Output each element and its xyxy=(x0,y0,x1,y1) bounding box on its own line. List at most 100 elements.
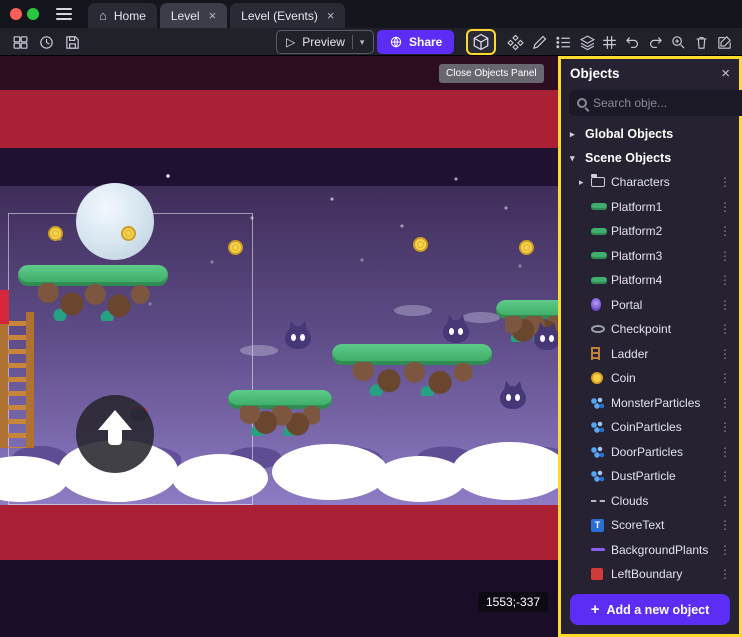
object-row[interactable]: CoinParticles ⋮ xyxy=(561,415,739,440)
object-menu-icon[interactable]: ⋮ xyxy=(716,445,734,459)
close-tab-icon[interactable]: × xyxy=(209,9,217,22)
edit-square-icon xyxy=(716,34,733,51)
object-row[interactable]: Platform2 ⋮ xyxy=(561,219,739,244)
object-icon xyxy=(591,548,611,551)
tab-home[interactable]: ⌂ Home xyxy=(88,3,157,28)
object-icon xyxy=(591,277,611,284)
object-menu-icon[interactable]: ⋮ xyxy=(716,200,734,214)
chevron-down-icon: ▾ xyxy=(570,153,578,164)
ladder-sprite xyxy=(0,312,34,448)
object-menu-icon[interactable]: ⋮ xyxy=(716,494,734,508)
object-menu-icon[interactable]: ⋮ xyxy=(716,543,734,557)
object-menu-icon[interactable]: ⋮ xyxy=(716,396,734,410)
object-label: DustParticle xyxy=(611,469,716,483)
object-icon xyxy=(591,177,611,187)
delete-button[interactable] xyxy=(689,30,713,54)
undo-button[interactable] xyxy=(620,30,644,54)
object-row[interactable]: ScoreText ⋮ xyxy=(561,513,739,538)
objects-cube-icon xyxy=(472,33,490,51)
object-menu-icon[interactable]: ⋮ xyxy=(716,567,734,581)
close-tab-icon[interactable]: × xyxy=(327,9,335,22)
coin-sprite xyxy=(519,240,534,255)
search-icon xyxy=(577,98,587,108)
object-menu-icon[interactable]: ⋮ xyxy=(716,518,734,532)
share-button[interactable]: Share xyxy=(377,30,454,54)
preview-button[interactable]: ▷ Preview ▾ xyxy=(276,30,374,54)
object-label: Platform2 xyxy=(611,224,716,238)
search-input[interactable] xyxy=(593,96,742,110)
clock-icon xyxy=(38,34,55,51)
object-icon xyxy=(591,500,611,502)
object-row[interactable]: Coin ⋮ xyxy=(561,366,739,391)
object-row[interactable]: Clouds ⋮ xyxy=(561,489,739,514)
menu-icon[interactable] xyxy=(56,8,72,20)
object-icon xyxy=(591,203,611,210)
monster-sprite xyxy=(500,386,526,409)
cloud-sprite-small xyxy=(462,312,500,323)
close-panel-icon[interactable]: × xyxy=(721,66,730,81)
object-row[interactable]: DoorParticles ⋮ xyxy=(561,440,739,465)
save-icon xyxy=(64,34,81,51)
object-icon xyxy=(591,568,611,580)
object-menu-icon[interactable]: ⋮ xyxy=(716,273,734,287)
tooltip: Close Objects Panel xyxy=(439,64,544,83)
object-groups-button[interactable] xyxy=(503,30,527,54)
object-menu-icon[interactable]: ⋮ xyxy=(716,420,734,434)
toggle-objects-panel-button[interactable] xyxy=(466,29,496,55)
coin-sprite xyxy=(121,226,136,241)
zoom-button[interactable] xyxy=(666,30,690,54)
save-button[interactable] xyxy=(60,30,84,54)
layers-button[interactable] xyxy=(575,30,599,54)
properties-button[interactable] xyxy=(551,30,575,54)
object-menu-icon[interactable]: ⋮ xyxy=(716,469,734,483)
scene-objects-section[interactable]: ▾ Scene Objects xyxy=(561,146,739,170)
object-menu-icon[interactable]: ⋮ xyxy=(716,371,734,385)
platform-sprite xyxy=(332,344,492,396)
object-row[interactable]: ▸ Characters ⋮ xyxy=(561,170,739,195)
objects-panel-header: Objects × xyxy=(561,59,739,87)
object-list: ▸ Characters ⋮ Platform1 ⋮ xyxy=(561,170,739,587)
cloud-sprite xyxy=(452,442,568,500)
object-row[interactable]: LeftBoundary ⋮ xyxy=(561,562,739,587)
object-row[interactable]: Portal ⋮ xyxy=(561,293,739,318)
coin-sprite xyxy=(413,237,428,252)
window-close-button[interactable] xyxy=(10,8,22,20)
window-zoom-button[interactable] xyxy=(27,8,39,20)
object-menu-icon[interactable]: ⋮ xyxy=(716,175,734,189)
object-row[interactable]: Platform3 ⋮ xyxy=(561,244,739,269)
object-menu-icon[interactable]: ⋮ xyxy=(716,347,734,361)
edit-scene-button[interactable] xyxy=(712,30,736,54)
object-row[interactable]: Checkpoint ⋮ xyxy=(561,317,739,342)
redo-button[interactable] xyxy=(643,30,667,54)
grid-button[interactable] xyxy=(597,30,621,54)
preview-label: Preview xyxy=(302,35,345,49)
object-row[interactable]: Platform1 ⋮ xyxy=(561,195,739,220)
object-row[interactable]: MonsterParticles ⋮ xyxy=(561,391,739,416)
tab-label: Home xyxy=(114,9,146,23)
search-box[interactable] xyxy=(569,90,742,116)
global-objects-section[interactable]: ▸ Global Objects xyxy=(561,122,739,146)
object-row[interactable]: DustParticle ⋮ xyxy=(561,464,739,489)
tab-label: Level (Events) xyxy=(241,9,318,23)
project-manager-button[interactable] xyxy=(8,30,32,54)
undo-icon xyxy=(624,34,641,51)
object-row[interactable]: Ladder ⋮ xyxy=(561,342,739,367)
history-button[interactable] xyxy=(34,30,58,54)
cloud-sprite xyxy=(172,454,268,502)
tab-level[interactable]: Level × xyxy=(160,3,227,28)
object-row[interactable]: Platform4 ⋮ xyxy=(561,268,739,293)
object-menu-icon[interactable]: ⋮ xyxy=(716,298,734,312)
object-row[interactable]: BackgroundPlants ⋮ xyxy=(561,538,739,563)
object-menu-icon[interactable]: ⋮ xyxy=(716,224,734,238)
object-icon xyxy=(591,298,611,311)
object-icon xyxy=(591,325,611,333)
arrow-up-icon xyxy=(97,410,133,445)
plus-icon: + xyxy=(591,601,600,618)
object-menu-icon[interactable]: ⋮ xyxy=(716,322,734,336)
panel-title: Objects xyxy=(570,66,620,81)
add-object-button[interactable]: + Add a new object xyxy=(570,594,730,625)
cloud-sprite-small xyxy=(394,305,432,316)
object-menu-icon[interactable]: ⋮ xyxy=(716,249,734,263)
tab-level-events[interactable]: Level (Events) × xyxy=(230,3,345,28)
edit-object-button[interactable] xyxy=(527,30,551,54)
